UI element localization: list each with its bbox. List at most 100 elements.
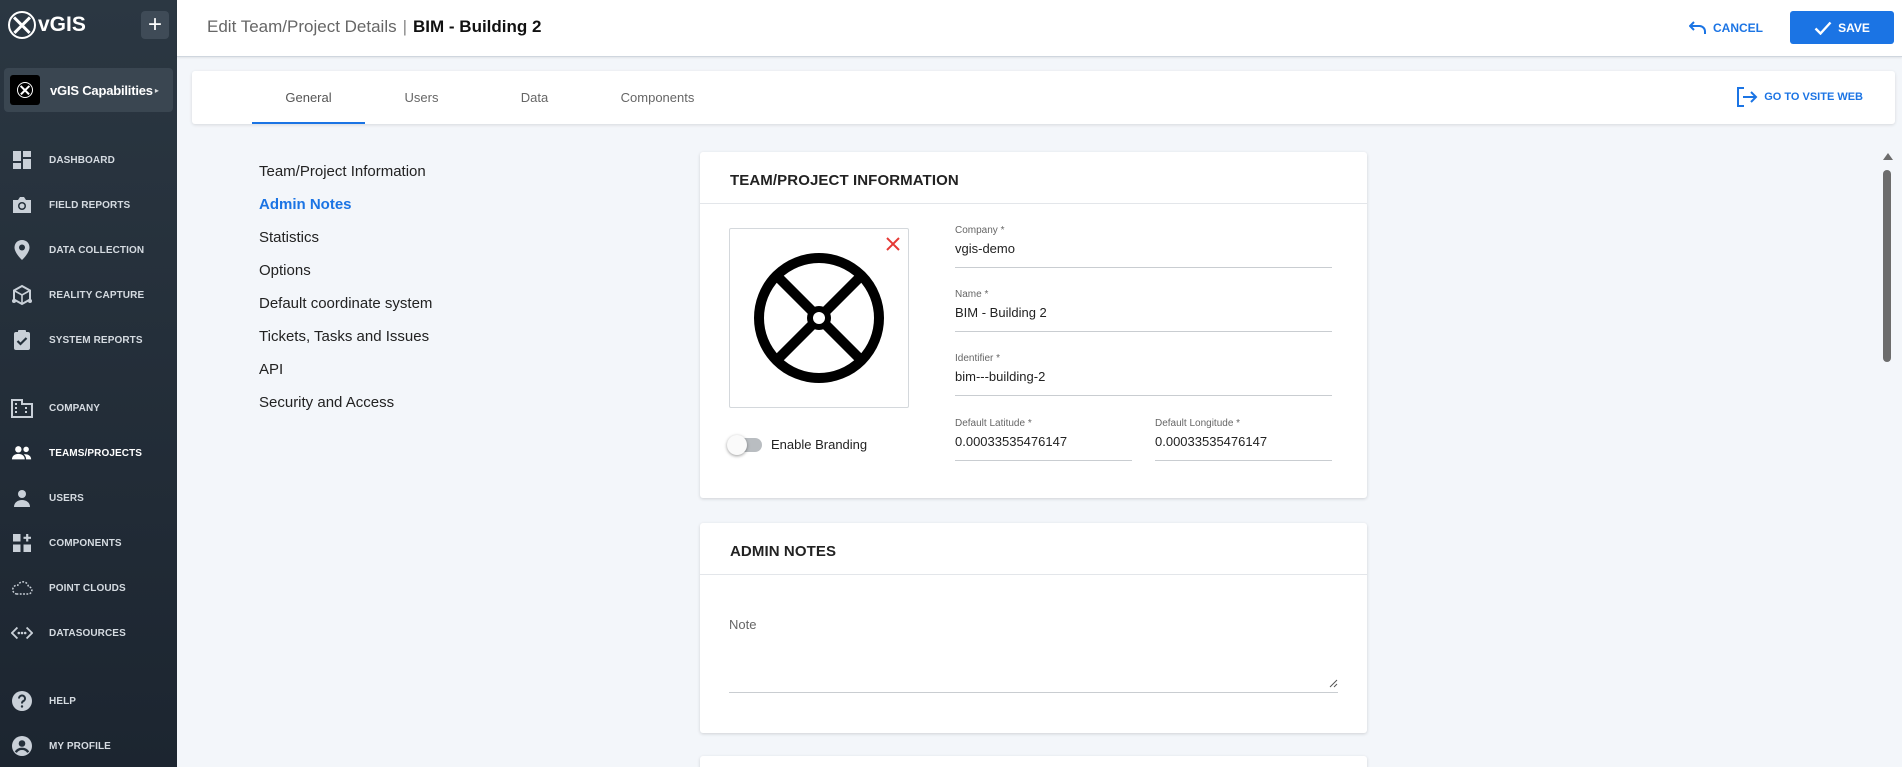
reality-capture-icon (11, 284, 33, 306)
building-icon (11, 397, 33, 419)
undo-icon (1689, 21, 1706, 34)
profile-icon (11, 735, 33, 757)
default-longitude-input[interactable] (1155, 434, 1332, 449)
sidebar-item-components[interactable]: COMPONENTS (0, 528, 177, 558)
identifier-input[interactable] (955, 369, 1332, 384)
sidebar: vGIS + vGIS Capabilities ▸ DASHBOARD FIE… (0, 0, 177, 767)
section-link-security-access[interactable]: Security and Access (259, 394, 432, 427)
title-separator: | (402, 17, 408, 36)
sidebar-item-help[interactable]: HELP (0, 686, 177, 716)
save-button[interactable]: SAVE (1790, 11, 1894, 44)
organization-name: vGIS Capabilities (50, 82, 153, 98)
page-title-text: Edit Team/Project Details (207, 17, 397, 36)
enable-branding-toggle[interactable]: Enable Branding (727, 434, 868, 455)
default-latitude-field: Default Latitude * (955, 418, 1132, 461)
sidebar-item-datasources[interactable]: DATASOURCES (0, 618, 177, 648)
sidebar-item-field-reports[interactable]: FIELD REPORTS (0, 190, 177, 220)
sidebar-item-label: HELP (49, 695, 77, 707)
section-link-tickets-tasks-issues[interactable]: Tickets, Tasks and Issues (259, 328, 432, 361)
company-input[interactable] (955, 241, 1332, 256)
company-label: Company * (955, 225, 1005, 236)
company-field: Company * (955, 225, 1332, 268)
go-to-vsite-web-link[interactable]: GO TO VSITE WEB (1736, 87, 1863, 107)
scrollbar-thumb[interactable] (1883, 170, 1891, 362)
sidebar-item-point-clouds[interactable]: POINT CLOUDS (0, 573, 177, 603)
app-logo[interactable]: vGIS (8, 11, 86, 39)
organization-selector[interactable]: vGIS Capabilities ▸ (4, 68, 173, 112)
card-title: ADMIN NOTES (700, 523, 1367, 575)
default-latitude-input[interactable] (955, 434, 1132, 449)
project-logo[interactable] (729, 228, 909, 408)
vgis-logo-icon (8, 11, 36, 39)
sidebar-item-label: SYSTEM REPORTS (49, 334, 143, 346)
tab-data[interactable]: Data (478, 71, 591, 124)
sidebar-item-label: FIELD REPORTS (49, 199, 131, 211)
sidebar-item-dashboard[interactable]: DASHBOARD (0, 145, 177, 175)
team-icon (11, 442, 33, 464)
sidebar-item-system-reports[interactable]: SYSTEM REPORTS (0, 325, 177, 355)
cancel-button[interactable]: CANCEL (1689, 14, 1763, 42)
section-link-team-project-information[interactable]: Team/Project Information (259, 163, 432, 196)
chevron-right-icon: ▸ (154, 85, 159, 95)
resize-handle-icon[interactable] (1328, 678, 1338, 688)
toggle-switch[interactable] (727, 434, 762, 455)
admin-notes-card: ADMIN NOTES Note (700, 523, 1367, 733)
components-icon (11, 532, 33, 554)
next-section-card (700, 756, 1367, 767)
enable-branding-label: Enable Branding (771, 437, 868, 452)
sidebar-item-label: DATA COLLECTION (49, 244, 145, 256)
sidebar-item-reality-capture[interactable]: REALITY CAPTURE (0, 280, 177, 310)
check-icon (1814, 21, 1832, 35)
sidebar-header: vGIS + (0, 0, 177, 50)
sidebar-item-label: COMPONENTS (49, 537, 122, 549)
section-link-admin-notes[interactable]: Admin Notes (259, 196, 432, 229)
identifier-label: Identifier * (955, 353, 1001, 364)
sidebar-item-label: REALITY CAPTURE (49, 289, 145, 301)
app-logo-text: vGIS (38, 13, 86, 36)
note-field: Note (729, 609, 1338, 693)
scrollbar[interactable] (1880, 150, 1894, 767)
sidebar-item-label: COMPANY (49, 402, 101, 414)
close-icon[interactable] (882, 233, 904, 255)
default-longitude-label: Default Longitude * (1155, 418, 1241, 429)
sidebar-item-teams-projects[interactable]: TEAMS/PROJECTS (0, 438, 177, 468)
project-name: BIM - Building 2 (413, 17, 542, 36)
tab-users[interactable]: Users (365, 71, 478, 124)
note-textarea[interactable] (729, 639, 1338, 687)
scroll-up-arrow-icon[interactable] (1883, 153, 1893, 160)
name-field: Name * (955, 289, 1332, 332)
help-icon (11, 690, 33, 712)
name-input[interactable] (955, 305, 1332, 320)
location-pin-icon (11, 239, 33, 261)
external-link-icon (1737, 87, 1758, 107)
wheel-logo-icon (754, 253, 884, 383)
datasource-icon (11, 622, 33, 644)
team-project-information-card: TEAM/PROJECT INFORMATION Enable Branding… (700, 152, 1367, 498)
sidebar-item-users[interactable]: USERS (0, 483, 177, 513)
tab-general[interactable]: General (252, 71, 365, 124)
card-title: TEAM/PROJECT INFORMATION (700, 152, 1367, 204)
cancel-label: CANCEL (1713, 21, 1763, 35)
sidebar-item-label: DATASOURCES (49, 627, 126, 639)
section-link-options[interactable]: Options (259, 262, 432, 295)
sidebar-item-data-collection[interactable]: DATA COLLECTION (0, 235, 177, 265)
save-label: SAVE (1838, 20, 1870, 35)
camera-icon (11, 194, 33, 216)
tab-bar: General Users Data Components GO TO VSIT… (192, 71, 1895, 124)
tab-components[interactable]: Components (591, 71, 724, 124)
section-link-statistics[interactable]: Statistics (259, 229, 432, 262)
default-longitude-field: Default Longitude * (1155, 418, 1332, 461)
sidebar-item-label: POINT CLOUDS (49, 582, 126, 594)
default-latitude-label: Default Latitude * (955, 418, 1032, 429)
name-label: Name * (955, 289, 989, 300)
identifier-field: Identifier * (955, 353, 1332, 396)
dashboard-icon (11, 149, 33, 171)
cloud-icon (11, 577, 33, 599)
section-link-default-coordinate-system[interactable]: Default coordinate system (259, 295, 432, 328)
add-button[interactable]: + (141, 11, 169, 39)
sidebar-item-company[interactable]: COMPANY (0, 393, 177, 423)
sidebar-item-label: DASHBOARD (49, 154, 115, 166)
sidebar-item-my-profile[interactable]: MY PROFILE (0, 731, 177, 761)
section-link-api[interactable]: API (259, 361, 432, 394)
organization-logo-icon (10, 75, 40, 105)
